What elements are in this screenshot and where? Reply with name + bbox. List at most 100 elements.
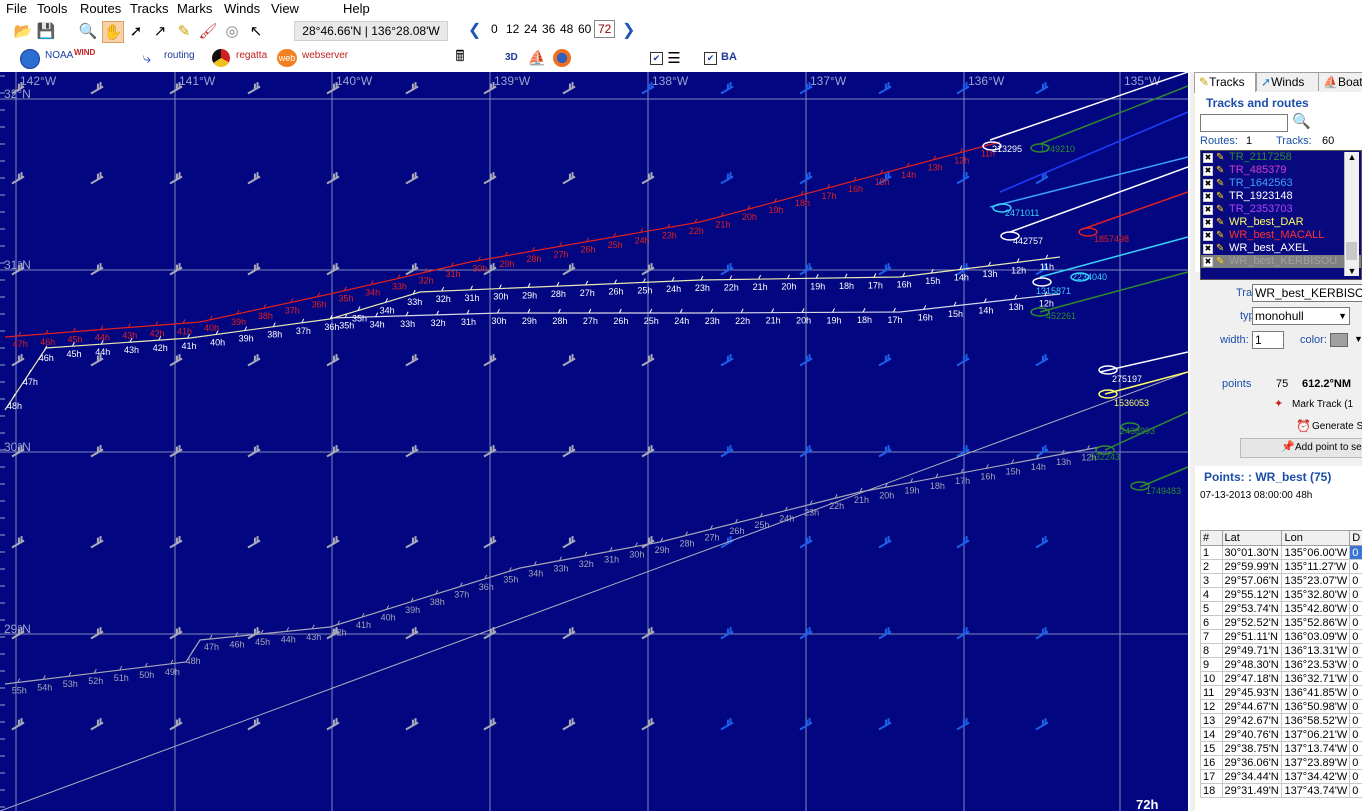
track-list-item[interactable]: ✖ ✎ WR_best_AXEL	[1201, 242, 1361, 255]
table-row[interactable]: 2 29°59.99'N 135°11.27'W 0	[1200, 559, 1362, 574]
layers-checkbox[interactable]: ✔	[650, 52, 663, 65]
binoculars-icon[interactable]: 🔍	[1292, 112, 1311, 130]
webserver-button[interactable]: webserver	[302, 50, 348, 61]
type-select[interactable]: monohull ▼	[1252, 307, 1350, 325]
menu-help[interactable]: Help	[343, 1, 370, 16]
calculator-icon[interactable]: 🖩	[450, 48, 470, 68]
regatta-icon[interactable]	[212, 49, 230, 67]
target-icon[interactable]: ◎	[222, 21, 242, 41]
routing-icon[interactable]: ⤷	[137, 48, 157, 68]
table-row[interactable]: 6 29°52.52'N 135°52.86'W 0	[1200, 615, 1362, 630]
track-list-scrollbar[interactable]: ▲ ▼	[1344, 152, 1359, 276]
tab-tracks[interactable]: ✎Tracks	[1194, 72, 1256, 93]
track-list-item[interactable]: ✖ ✎ WR_best_DAR	[1201, 216, 1361, 229]
prev-step-arrow-icon[interactable]: ❮	[468, 20, 481, 40]
menu-tracks[interactable]: Tracks	[130, 1, 169, 16]
track-visible-checkbox[interactable]: ✖	[1203, 166, 1213, 176]
time-step-0[interactable]: 0	[491, 22, 498, 36]
time-step-36[interactable]: 36	[542, 22, 555, 36]
color-swatch[interactable]	[1330, 333, 1348, 347]
pan-hand-icon[interactable]: ✋	[102, 21, 124, 43]
track-visible-checkbox[interactable]: ✖	[1203, 244, 1213, 254]
open-folder-icon[interactable]: 📂	[13, 21, 33, 41]
chart-canvas[interactable]: 142°W 141°W 140°W 139°W 138°W 137°W 136°W 135°W…	[0, 72, 1188, 811]
table-row[interactable]: 5 29°53.74'N 135°42.80'W 0	[1200, 601, 1362, 616]
layers-icon[interactable]: ☰	[664, 48, 684, 68]
table-row[interactable]: 17 29°34.44'N 137°34.42'W 0	[1200, 769, 1362, 784]
3d-button[interactable]: 3D	[505, 52, 518, 63]
route-line-icon[interactable]: ↗	[150, 21, 170, 41]
zoom-icon[interactable]: 🔍	[78, 21, 98, 41]
table-row[interactable]: 9 29°48.30'N 136°23.53'W 0	[1200, 657, 1362, 672]
scroll-up-icon[interactable]: ▲	[1345, 152, 1359, 162]
menu-file[interactable]: File	[6, 1, 27, 16]
table-row[interactable]: 10 29°47.18'N 136°32.71'W 0	[1200, 671, 1362, 686]
map-view[interactable]: 142°W 141°W 140°W 139°W 138°W 137°W 136°W 135°W…	[0, 72, 1188, 811]
track-list-item[interactable]: ✖ ✎ TR_1923148	[1201, 190, 1361, 203]
track-visible-checkbox[interactable]: ✖	[1203, 257, 1213, 267]
time-step-12[interactable]: 12	[506, 22, 519, 36]
type-dropdown-icon[interactable]: ▼	[1338, 308, 1347, 324]
ba-checkbox[interactable]: ✔	[704, 52, 717, 65]
menu-marks[interactable]: Marks	[177, 1, 212, 16]
track-list[interactable]: ✖ ✎ TR_2117258 ✖ ✎ TR_485379 ✖ ✎ TR_1642563 ✖ ✎ TR_…	[1200, 150, 1362, 280]
sailboat-icon[interactable]: ⛵	[527, 48, 547, 68]
webserver-icon[interactable]: web	[277, 49, 297, 67]
noaa-icon[interactable]	[20, 49, 40, 69]
mark-track-button[interactable]: Mark Track (1	[1292, 399, 1353, 410]
track-visible-checkbox[interactable]: ✖	[1203, 218, 1213, 228]
table-row[interactable]: 4 29°55.12'N 135°32.80'W 0	[1200, 587, 1362, 602]
table-row[interactable]: 7 29°51.11'N 136°03.09'W 0	[1200, 629, 1362, 644]
wind-button[interactable]: WIND	[74, 48, 95, 57]
table-row[interactable]: 12 29°44.67'N 136°50.98'W 0	[1200, 699, 1362, 714]
measure-icon[interactable]: ➚	[126, 21, 146, 41]
track-list-item[interactable]: ✖ ✎ TR_1642563	[1201, 177, 1361, 190]
table-row[interactable]: 11 29°45.93'N 136°41.85'W 0	[1200, 685, 1362, 700]
width-stepper[interactable]: 1	[1252, 331, 1284, 349]
menu-winds[interactable]: Winds	[224, 1, 260, 16]
table-row[interactable]: 13 29°42.67'N 136°58.52'W 0	[1200, 713, 1362, 728]
menu-tools[interactable]: Tools	[37, 1, 67, 16]
points-table[interactable]: # Lat Lon D 1 30°01.30'N 135°06.00'W 0 2 29°5…	[1200, 530, 1362, 798]
pointer-icon[interactable]: ↖	[246, 21, 266, 41]
track-list-item[interactable]: ✖ ✎ TR_2117258	[1201, 151, 1361, 164]
generate-schedule-button[interactable]: Generate Sc	[1312, 421, 1362, 432]
menu-view[interactable]: View	[271, 1, 299, 16]
color-dropdown-icon[interactable]: ▼	[1354, 334, 1362, 344]
scroll-down-icon[interactable]: ▼	[1345, 266, 1359, 276]
time-step-24[interactable]: 24	[524, 22, 537, 36]
track-visible-checkbox[interactable]: ✖	[1203, 153, 1213, 163]
table-row[interactable]: 1 30°01.30'N 135°06.00'W 0	[1200, 545, 1362, 560]
track-search-input[interactable]	[1200, 114, 1288, 132]
col-index[interactable]: #	[1200, 530, 1223, 546]
tab-boat[interactable]: ⛵Boat	[1318, 72, 1362, 91]
pen-icon[interactable]: ✎	[174, 21, 194, 41]
col-lon[interactable]: Lon	[1281, 530, 1351, 546]
table-row[interactable]: 16 29°36.06'N 137°23.89'W 0	[1200, 755, 1362, 770]
track-visible-checkbox[interactable]: ✖	[1203, 179, 1213, 189]
menu-routes[interactable]: Routes	[80, 1, 121, 16]
noaa-button[interactable]: NOAA	[45, 50, 73, 61]
time-step-60[interactable]: 60	[578, 22, 591, 36]
track-list-item[interactable]: ✖ ✎ WR_best_MACALL	[1201, 229, 1361, 242]
col-d[interactable]: D	[1349, 530, 1362, 546]
col-lat[interactable]: Lat	[1221, 530, 1283, 546]
table-row[interactable]: 8 29°49.71'N 136°13.31'W 0	[1200, 643, 1362, 658]
time-step-48[interactable]: 48	[560, 22, 573, 36]
next-step-arrow-icon[interactable]: ❯	[622, 20, 635, 40]
table-row[interactable]: 15 29°38.75'N 137°13.74'W 0	[1200, 741, 1362, 756]
track-visible-checkbox[interactable]: ✖	[1203, 205, 1213, 215]
brush-icon[interactable]: 🖌	[198, 21, 218, 41]
add-point-button[interactable]: 📌 Add point to selec	[1240, 438, 1362, 458]
tab-winds[interactable]: ➚Winds	[1256, 72, 1320, 91]
track-visible-checkbox[interactable]: ✖	[1203, 231, 1213, 241]
track-list-item[interactable]: ✖ ✎ WR_best_KERBISOU	[1201, 255, 1361, 268]
table-row[interactable]: 14 29°40.76'N 137°06.21'W 0	[1200, 727, 1362, 742]
track-list-item[interactable]: ✖ ✎ TR_485379	[1201, 164, 1361, 177]
track-name-input[interactable]: WR_best_KERBISOU	[1252, 284, 1362, 302]
firefox-icon[interactable]	[553, 49, 571, 67]
regatta-button[interactable]: regatta	[236, 50, 267, 61]
table-row[interactable]: 3 29°57.06'N 135°23.07'W 0	[1200, 573, 1362, 588]
track-visible-checkbox[interactable]: ✖	[1203, 192, 1213, 202]
routing-button[interactable]: routing	[164, 50, 195, 61]
